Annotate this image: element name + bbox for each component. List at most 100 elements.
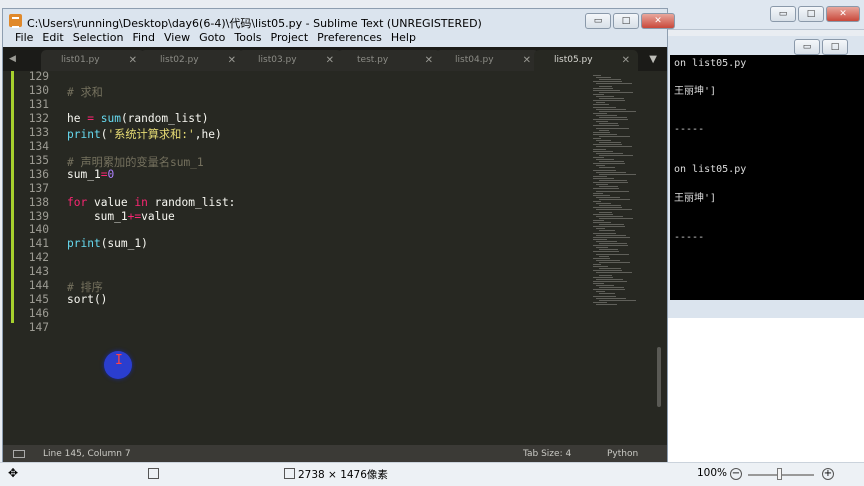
window-controls: ▭ □ ✕ <box>585 13 675 29</box>
move-icon[interactable]: ✥ <box>8 466 18 480</box>
tab-label: list01.py <box>61 55 100 65</box>
minimap-line <box>593 282 604 284</box>
minimap-line <box>596 190 629 192</box>
minimap-line <box>599 249 618 251</box>
menu-help[interactable]: Help <box>391 31 416 47</box>
menu-preferences[interactable]: Preferences <box>317 31 382 47</box>
line-number: 137 <box>28 181 49 195</box>
close-button[interactable]: ✕ <box>826 6 860 22</box>
line-number: 141 <box>28 237 49 251</box>
code-line[interactable]: # 求和 <box>67 84 103 100</box>
minimap-line <box>599 173 636 175</box>
menu-goto[interactable]: Goto <box>199 31 225 47</box>
menu-find[interactable]: Find <box>132 31 155 47</box>
minimap-line <box>593 131 610 133</box>
code-editor[interactable]: 129 130 # 求和 131 132 he = sum(random_list) 133… <box>3 70 667 445</box>
minimap-line <box>599 287 624 289</box>
tab-close-icon[interactable]: ✕ <box>622 50 630 71</box>
tab-list02-py[interactable]: list02.py ✕ <box>140 50 244 71</box>
menu-tools[interactable]: Tools <box>234 31 261 47</box>
zoom-out-button[interactable]: − <box>730 468 742 480</box>
line-number: 130 <box>28 83 49 97</box>
tab-list04-py[interactable]: list04.py ✕ <box>435 50 539 71</box>
code-line[interactable]: print('系统计算求和:',he) <box>67 126 222 142</box>
text-cursor-icon: I <box>115 353 123 368</box>
tab-size-selector[interactable]: Tab Size: 4 <box>523 445 571 463</box>
minimap-line <box>599 198 630 200</box>
minimap-line <box>593 236 630 238</box>
tab-test-py[interactable]: test.py ✕ <box>337 50 441 71</box>
minimap-line <box>593 169 616 171</box>
minimap-line <box>593 125 619 127</box>
minimap-line <box>599 110 636 112</box>
minimap-line <box>599 261 630 263</box>
line-number: 147 <box>28 321 49 335</box>
minimap-line <box>593 270 622 272</box>
minimap-line <box>596 184 608 186</box>
minimap-line <box>593 112 607 114</box>
zoom-slider-thumb[interactable] <box>777 468 782 480</box>
menu-edit[interactable]: Edit <box>42 31 63 47</box>
vertical-scrollbar[interactable] <box>657 347 661 407</box>
menu-view[interactable]: View <box>164 31 190 47</box>
console-window-controls: ▭ □ <box>794 39 848 55</box>
tab-close-icon[interactable]: ✕ <box>228 50 236 71</box>
code-line[interactable]: print(sum_1) <box>67 237 148 250</box>
minimap-line <box>596 285 614 286</box>
tab-scroll-left-icon[interactable]: ◀ <box>9 54 16 64</box>
image-viewer-bar: ✥ 2738 × 1476像素 100% − + <box>0 462 864 486</box>
maximize-button[interactable]: □ <box>613 13 639 29</box>
minimap-line <box>599 135 630 137</box>
syntax-selector[interactable]: Python <box>607 445 638 463</box>
minimap-line <box>593 75 601 76</box>
line-number: 140 <box>28 223 49 237</box>
minimap-line <box>593 276 613 278</box>
minimap-line <box>596 146 632 148</box>
code-line[interactable]: sort() <box>67 293 107 306</box>
minimap-line <box>593 207 622 209</box>
code-line[interactable]: sum_1=0 <box>67 168 114 181</box>
line-number: 143 <box>28 265 49 279</box>
tab-list01-py[interactable]: list01.py ✕ <box>41 50 145 71</box>
window-title: C:\Users\running\Desktop\day6(6-4)\代码\li… <box>27 17 482 30</box>
console-line: 王丽坤'] <box>674 86 717 97</box>
minimap-line <box>599 79 621 81</box>
minimize-button[interactable]: ▭ <box>585 13 611 29</box>
minimap[interactable] <box>593 75 649 305</box>
console-maximize-button[interactable]: □ <box>822 39 848 55</box>
panel-toggle-icon[interactable] <box>13 450 25 458</box>
tab-list05-py[interactable]: list05.py ✕ <box>534 50 638 71</box>
minimap-line <box>596 96 614 97</box>
image-dimensions: 2738 × 1476像素 <box>298 469 388 481</box>
tab-close-icon[interactable]: ✕ <box>326 50 334 71</box>
tab-close-icon[interactable]: ✕ <box>425 50 433 71</box>
console-minimize-button[interactable]: ▭ <box>794 39 820 55</box>
maximize-button[interactable]: □ <box>798 6 824 22</box>
minimap-line <box>599 123 618 125</box>
menu-project[interactable]: Project <box>271 31 309 47</box>
minimap-line <box>599 230 615 232</box>
minimap-line <box>596 159 614 160</box>
close-button[interactable]: ✕ <box>641 13 675 29</box>
zoom-in-button[interactable]: + <box>822 468 834 480</box>
line-number: 146 <box>28 307 49 321</box>
minimap-line <box>596 108 626 110</box>
code-line[interactable]: for value in random_list: <box>67 196 235 209</box>
tab-close-icon[interactable]: ✕ <box>523 50 531 71</box>
tab-list-dropdown-icon[interactable]: ▼ <box>649 54 657 65</box>
minimap-line <box>596 165 605 167</box>
tab-list03-py[interactable]: list03.py ✕ <box>238 50 342 71</box>
minimap-line <box>593 213 613 215</box>
menu-file[interactable]: File <box>15 31 33 47</box>
tab-label: list03.py <box>258 55 297 65</box>
code-line[interactable]: he = sum(random_list) <box>67 112 209 125</box>
minimize-button[interactable]: ▭ <box>770 6 796 22</box>
tab-close-icon[interactable]: ✕ <box>129 50 137 71</box>
crop-icon[interactable] <box>148 468 159 479</box>
code-line[interactable]: sum_1+=value <box>67 210 175 223</box>
menu-selection[interactable]: Selection <box>73 31 124 47</box>
minimap-line <box>593 148 606 150</box>
modified-lines-indicator <box>11 71 14 323</box>
minimap-line <box>596 291 605 293</box>
status-bar: Line 145, Column 7 Tab Size: 4 Python <box>3 445 667 463</box>
